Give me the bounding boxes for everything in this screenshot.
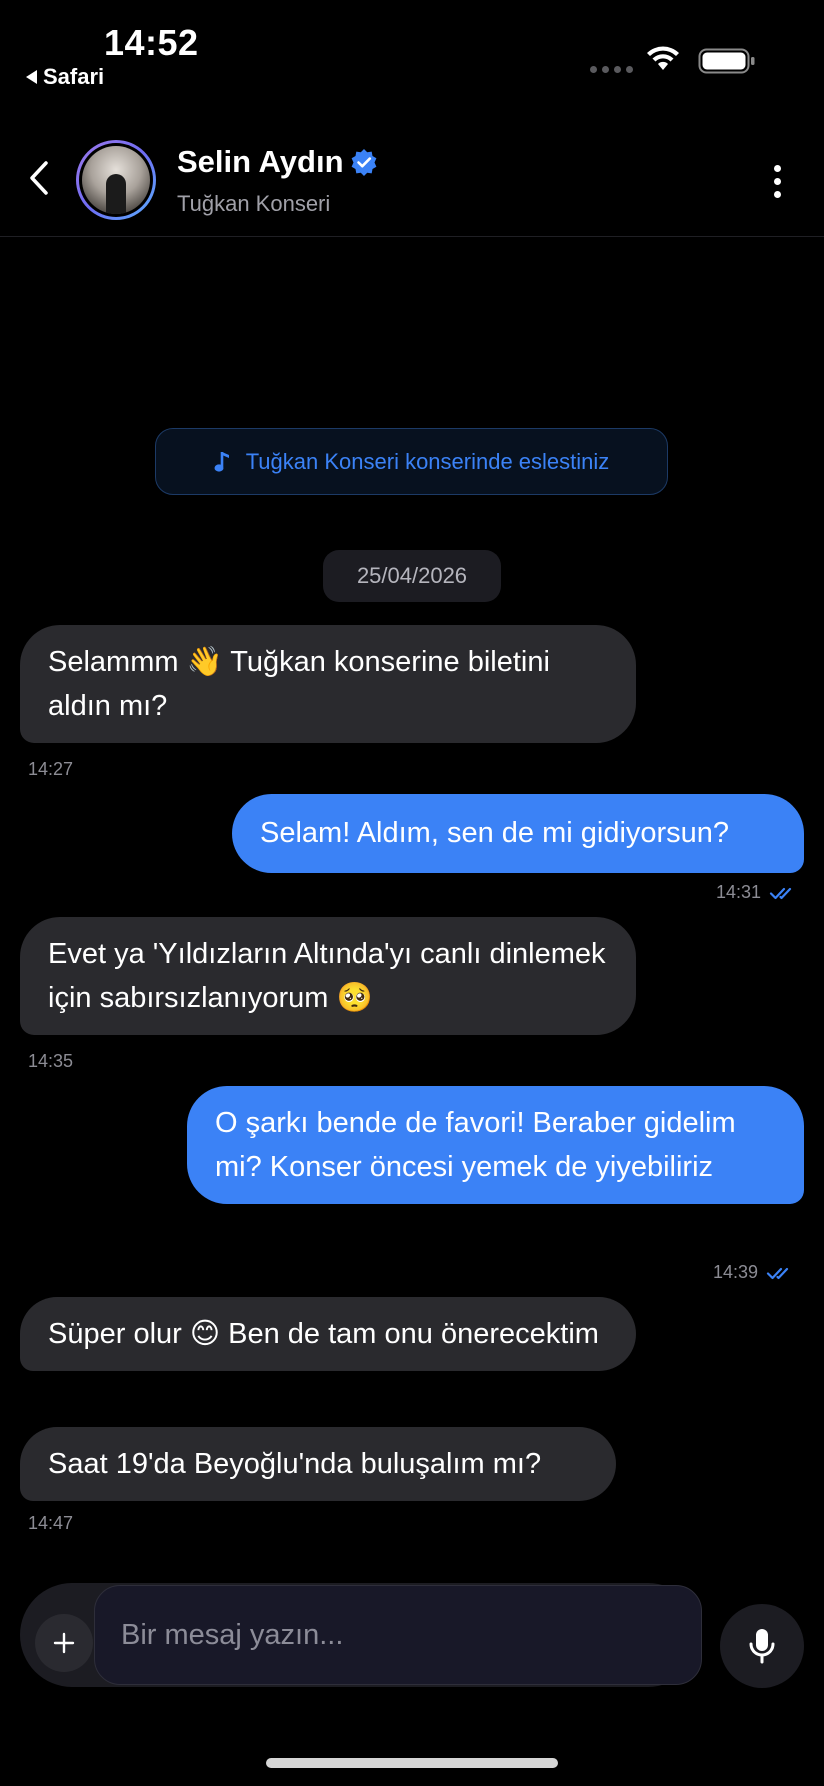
match-banner-text: Tuğkan Konseri konserinde eslestiniz: [245, 448, 610, 474]
message-text: Evet ya 'Yıldızların Altında'yı canlı di…: [48, 938, 606, 1014]
header-divider: [0, 236, 824, 237]
home-indicator[interactable]: [266, 1758, 558, 1768]
verified-badge-icon: [350, 148, 378, 181]
back-app-label: Safari: [43, 64, 105, 89]
message-time: 14:47: [28, 1513, 74, 1533]
message-time: 14:39: [713, 1262, 759, 1282]
message-bubble-incoming[interactable]: Saat 19'da Beyoğlu'nda buluşalım mı?: [20, 1427, 616, 1501]
date-separator: 25/04/2026: [323, 550, 501, 602]
message-bubble-incoming[interactable]: Evet ya 'Yıldızların Altında'yı canlı di…: [20, 917, 636, 1035]
message-text: Selammm 👋 Tuğkan konserine biletini aldı…: [48, 646, 550, 722]
message-bubble-outgoing[interactable]: O şarkı bende de favori! Beraber gidelim…: [187, 1086, 804, 1204]
message-meta: 14:31: [716, 882, 797, 903]
avatar[interactable]: [76, 140, 156, 220]
message-time: 14:31: [716, 882, 762, 902]
battery-icon: [698, 48, 756, 79]
back-to-app-link[interactable]: Safari: [26, 64, 104, 90]
message-time: 14:35: [28, 1051, 74, 1071]
message-input[interactable]: [94, 1585, 702, 1685]
back-triangle-icon: [26, 70, 37, 84]
read-receipt-icon: [766, 1267, 789, 1279]
cellular-signal-icon: [590, 66, 633, 73]
attach-plus-button[interactable]: [35, 1614, 93, 1672]
more-options-icon[interactable]: [774, 165, 781, 198]
message-bubble-outgoing[interactable]: Selam! Aldım, sen de mi gidiyorsun?: [232, 794, 804, 873]
message-bubble-incoming[interactable]: Süper olur 😊 Ben de tam onu önerecektim: [20, 1297, 636, 1371]
microphone-button[interactable]: [720, 1604, 804, 1688]
conversation-subtitle: Tuğkan Konseri: [177, 191, 331, 216]
message-meta: 14:39: [713, 1262, 794, 1283]
music-note-icon: [214, 451, 229, 472]
message-text: Saat 19'da Beyoğlu'nda buluşalım mı?: [48, 1448, 542, 1480]
message-text: O şarkı bende de favori! Beraber gidelim…: [215, 1107, 736, 1183]
contact-name[interactable]: Selin Aydın: [177, 144, 344, 180]
message-time: 14:27: [28, 759, 74, 779]
message-text: Süper olur 😊 Ben de tam onu önerecektim: [48, 1318, 599, 1350]
message-text: Selam! Aldım, sen de mi gidiyorsun?: [260, 817, 730, 849]
plus-icon: [53, 1632, 75, 1654]
status-time: 14:52: [104, 22, 199, 63]
match-banner: Tuğkan Konseri konserinde eslestiniz: [155, 428, 668, 495]
wifi-icon: [646, 46, 680, 77]
microphone-icon: [749, 1629, 775, 1664]
message-bubble-incoming[interactable]: Selammm 👋 Tuğkan konserine biletini aldı…: [20, 625, 636, 743]
read-receipt-icon: [769, 887, 792, 899]
avatar-photo: [82, 146, 150, 214]
back-button[interactable]: [28, 160, 50, 201]
